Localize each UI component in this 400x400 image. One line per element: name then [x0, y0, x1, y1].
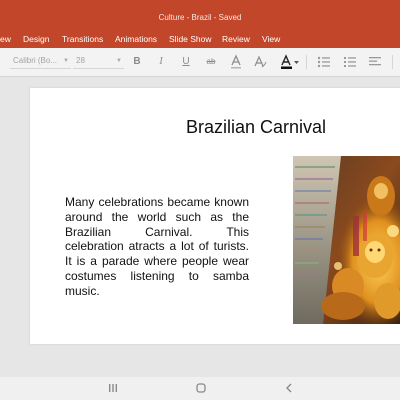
numbering-icon[interactable]: [343, 54, 357, 70]
bullets-icon[interactable]: [317, 54, 331, 70]
tab-view[interactable]: View: [262, 28, 280, 48]
font-name-select[interactable]: Calibri (Bo... ▼: [10, 54, 71, 69]
ribbon-tabs: ew Design Transitions Animations Slide S…: [0, 28, 400, 48]
align-icon[interactable]: [368, 54, 382, 70]
chevron-down-icon: ▼: [116, 58, 122, 64]
recent-apps-icon[interactable]: [101, 377, 125, 400]
italic-icon[interactable]: I: [154, 54, 168, 70]
font-color-icon[interactable]: [280, 54, 300, 70]
title-bar: Culture - Brazil - Saved: [0, 0, 400, 28]
back-icon[interactable]: [277, 377, 301, 400]
tab-design[interactable]: Design: [23, 28, 49, 48]
strikethrough-icon[interactable]: ab: [204, 54, 218, 70]
toolbar-divider: [306, 55, 307, 69]
tab-view-partial[interactable]: ew: [0, 28, 11, 48]
font-size-select[interactable]: 28 ▼: [73, 54, 124, 69]
tab-transitions[interactable]: Transitions: [62, 28, 103, 48]
toolbar-divider: [392, 55, 393, 69]
slide-body-text[interactable]: Many celebrations became known around th…: [65, 195, 249, 299]
formatting-toolbar: Calibri (Bo... ▼ 28 ▼ B I U ab: [0, 48, 400, 77]
tab-slide-show[interactable]: Slide Show: [169, 28, 212, 48]
chevron-down-icon: ▼: [63, 58, 69, 64]
font-size-value: 28: [76, 56, 85, 65]
home-icon[interactable]: [189, 377, 213, 400]
bold-icon[interactable]: B: [130, 54, 144, 70]
carnival-photo[interactable]: [293, 156, 400, 324]
slide-title[interactable]: Brazilian Carnival: [186, 117, 326, 138]
tab-animations[interactable]: Animations: [115, 28, 157, 48]
tab-review[interactable]: Review: [222, 28, 250, 48]
document-title: Culture - Brazil - Saved: [158, 13, 242, 22]
text-effects-icon[interactable]: [253, 54, 267, 70]
highlight-icon[interactable]: [229, 54, 243, 70]
font-name-value: Calibri (Bo...: [13, 56, 58, 65]
system-nav-bar: [0, 377, 400, 400]
underline-icon[interactable]: U: [179, 54, 193, 70]
